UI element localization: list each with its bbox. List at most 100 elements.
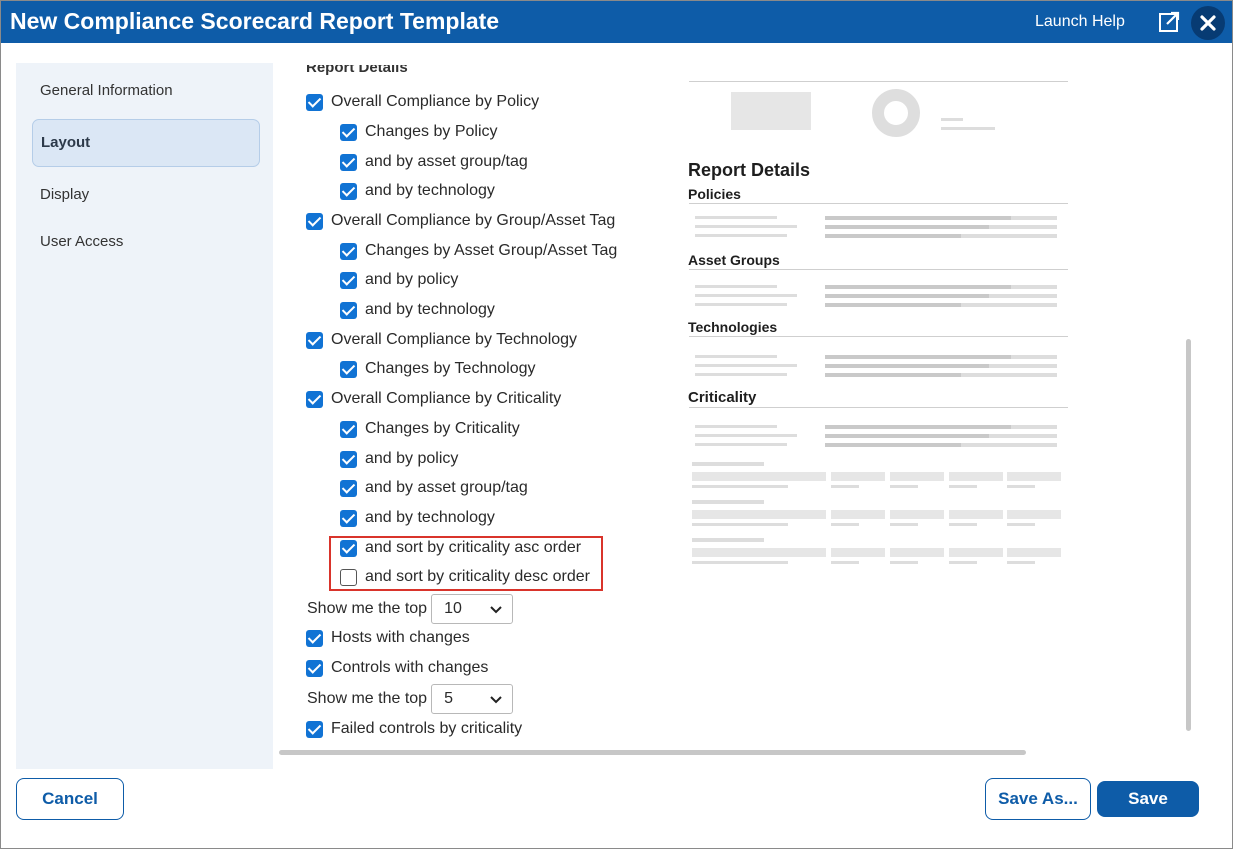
checkbox-checked-icon[interactable] <box>340 242 357 260</box>
preview-bar <box>961 373 1057 377</box>
top-hosts-row: Show me the top 10 <box>307 594 514 624</box>
option-group-by-technology[interactable]: and by technology <box>340 299 495 321</box>
horizontal-scrollbar[interactable] <box>279 750 1026 755</box>
preview-table-line <box>692 523 788 526</box>
title-bar: New Compliance Scorecard Report Template… <box>1 1 1232 43</box>
preview-bar <box>825 443 961 447</box>
preview-bar <box>825 355 1011 359</box>
checkbox-checked-icon[interactable] <box>340 301 357 319</box>
option-group-by-policy[interactable]: and by policy <box>340 269 458 291</box>
checkbox-checked-icon[interactable] <box>340 182 357 200</box>
preview-bar <box>695 425 777 428</box>
preview-bar <box>695 294 797 297</box>
checkbox-checked-icon[interactable] <box>340 420 357 438</box>
option-criticality-by-asset-group[interactable]: and by asset group/tag <box>340 477 528 499</box>
option-sort-criticality-desc[interactable]: and sort by criticality desc order <box>340 566 590 588</box>
option-sort-criticality-asc[interactable]: and sort by criticality asc order <box>340 537 581 559</box>
preview-table-line <box>831 523 859 526</box>
checkbox-checked-icon[interactable] <box>306 390 323 408</box>
top-hosts-label: Show me the top <box>307 600 428 617</box>
option-overall-compliance-technology[interactable]: Overall Compliance by Technology <box>306 329 577 351</box>
option-controls-with-changes[interactable]: Controls with changes <box>306 657 488 679</box>
preview-table-line <box>890 485 918 488</box>
preview-table-cell <box>890 472 944 481</box>
checkbox-checked-icon[interactable] <box>306 659 323 677</box>
layout-preview: Report Details Policies Asset Groups Tec… <box>687 63 1069 573</box>
preview-table-cell <box>949 472 1003 481</box>
option-changes-by-policy[interactable]: Changes by Policy <box>340 121 498 143</box>
preview-bar <box>825 225 989 229</box>
checkbox-checked-icon[interactable] <box>306 331 323 349</box>
preview-bar <box>695 303 787 306</box>
preview-bar <box>695 285 777 288</box>
checkbox-checked-icon[interactable] <box>306 720 323 738</box>
sidebar-item-layout[interactable]: Layout <box>32 119 260 167</box>
preview-bar <box>695 225 797 228</box>
preview-table-cell <box>831 510 885 519</box>
launch-help-link[interactable]: Launch Help <box>1035 13 1125 31</box>
option-failed-controls[interactable]: Failed controls by criticality <box>306 718 522 740</box>
close-button[interactable] <box>1191 6 1225 40</box>
popout-icon[interactable] <box>1158 10 1182 34</box>
preview-bar <box>695 355 777 358</box>
top-hosts-select[interactable]: 10 <box>431 594 514 624</box>
preview-bar <box>989 434 1057 438</box>
option-overall-compliance-policy[interactable]: Overall Compliance by Policy <box>306 91 539 113</box>
sidebar-item-user-access[interactable]: User Access <box>32 218 260 266</box>
preview-bar <box>989 364 1057 368</box>
checkbox-checked-icon[interactable] <box>306 629 323 647</box>
preview-bar <box>989 225 1057 229</box>
checkbox-checked-icon[interactable] <box>340 360 357 378</box>
checkbox-checked-icon[interactable] <box>340 509 357 527</box>
preview-table-cell <box>890 548 944 557</box>
checkbox-checked-icon[interactable] <box>340 271 357 289</box>
dialog-title: New Compliance Scorecard Report Template <box>10 8 500 34</box>
sidebar-item-general-information[interactable]: General Information <box>32 67 260 115</box>
preview-bar <box>825 294 989 298</box>
checkbox-checked-icon[interactable] <box>306 93 323 111</box>
option-overall-compliance-criticality[interactable]: Overall Compliance by Criticality <box>306 388 561 410</box>
option-policy-by-technology[interactable]: and by technology <box>340 180 495 202</box>
checkbox-checked-icon[interactable] <box>340 153 357 171</box>
preview-table-line <box>949 523 977 526</box>
option-changes-by-asset-group[interactable]: Changes by Asset Group/Asset Tag <box>340 240 617 262</box>
checkbox-checked-icon[interactable] <box>340 123 357 141</box>
checkbox-checked-icon[interactable] <box>340 539 357 557</box>
preview-table-cell <box>831 472 885 481</box>
preview-bar <box>1011 355 1057 359</box>
preview-table-cell <box>890 510 944 519</box>
cancel-button[interactable]: Cancel <box>16 778 124 820</box>
report-template-dialog: New Compliance Scorecard Report Template… <box>0 0 1233 849</box>
preview-bar <box>695 234 787 237</box>
option-changes-by-technology[interactable]: Changes by Technology <box>340 358 536 380</box>
option-overall-compliance-group[interactable]: Overall Compliance by Group/Asset Tag <box>306 210 615 232</box>
preview-table-line <box>1007 561 1035 564</box>
preview-table-line <box>949 485 977 488</box>
preview-table-line <box>949 561 977 564</box>
checkbox-checked-icon[interactable] <box>306 212 323 230</box>
vertical-scrollbar[interactable] <box>1186 339 1191 731</box>
preview-table-cell <box>831 548 885 557</box>
option-criticality-by-technology[interactable]: and by technology <box>340 507 495 529</box>
option-changes-by-criticality[interactable]: Changes by Criticality <box>340 418 520 440</box>
option-criticality-by-policy[interactable]: and by policy <box>340 448 458 470</box>
preview-table-title <box>692 462 764 466</box>
checkbox-checked-icon[interactable] <box>340 450 357 468</box>
checkbox-checked-icon[interactable] <box>340 479 357 497</box>
option-hosts-with-changes[interactable]: Hosts with changes <box>306 627 470 649</box>
option-policy-by-asset-group[interactable]: and by asset group/tag <box>340 151 528 173</box>
preview-donut-chart <box>872 89 920 137</box>
checkbox-unchecked-icon[interactable] <box>340 568 357 586</box>
sidebar-item-display[interactable]: Display <box>32 171 260 219</box>
preview-bar <box>825 434 989 438</box>
preview-bar <box>695 364 797 367</box>
top-controls-label: Show me the top <box>307 690 428 707</box>
preview-table-line <box>831 561 859 564</box>
preview-section-criticality: Criticality <box>688 389 757 406</box>
sidebar: General Information Layout Display User … <box>16 63 273 769</box>
top-controls-select[interactable]: 5 <box>431 684 514 714</box>
preview-bar <box>825 285 1011 289</box>
save-button[interactable]: Save <box>1097 781 1199 817</box>
preview-table-title <box>692 500 764 504</box>
save-as-button[interactable]: Save As... <box>985 778 1091 820</box>
